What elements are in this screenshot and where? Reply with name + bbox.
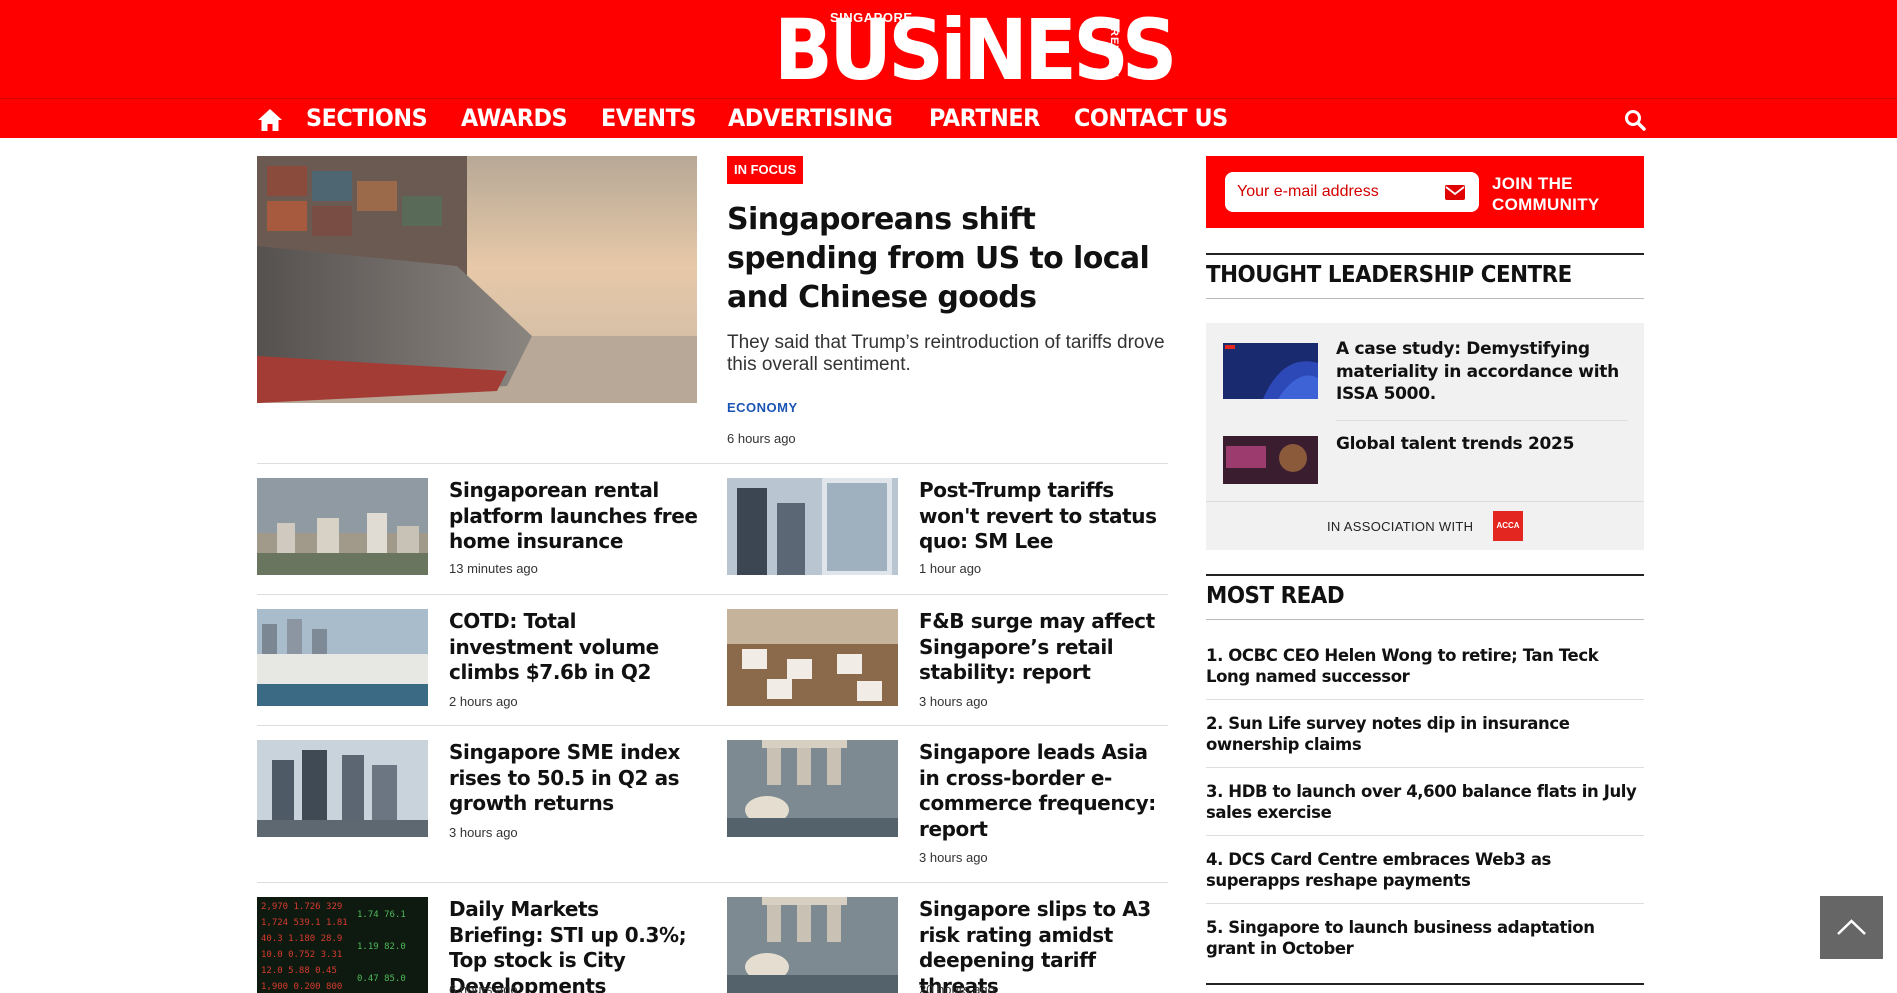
featured-image[interactable] <box>257 156 697 403</box>
thought-leadership-box: A case study: Demystifying materiality i… <box>1206 323 1644 550</box>
divider <box>1206 767 1644 768</box>
acca-logo[interactable]: ACCA <box>1493 511 1523 541</box>
join-line-1: JOIN THE <box>1492 174 1573 193</box>
article-time: 3 hours ago <box>919 850 988 865</box>
most-read-heading: MOST READ <box>1206 574 1644 620</box>
article-thumbnail[interactable] <box>727 609 898 706</box>
site-logo[interactable]: BUSiNESS SINGAPORE REVIEW <box>774 6 1177 92</box>
article-title[interactable]: Singapore leads Asia in cross-border e-c… <box>919 740 1169 842</box>
nav-events[interactable]: EVENTS <box>601 103 696 133</box>
svg-text:1.19 82.0: 1.19 82.0 <box>357 942 406 952</box>
nav-sections[interactable]: SECTIONS <box>306 103 428 133</box>
chevron-up-icon <box>1837 919 1866 935</box>
email-input[interactable]: Your e-mail address <box>1225 172 1479 212</box>
divider <box>1336 420 1628 421</box>
nav-contact-us[interactable]: CONTACT US <box>1074 103 1228 133</box>
masthead: BUSiNESS SINGAPORE REVIEW <box>0 0 1897 98</box>
article-time: 13 minutes ago <box>449 561 538 576</box>
join-line-2: COMMUNITY <box>1492 195 1600 214</box>
article-title[interactable]: Singaporean rental platform launches fre… <box>449 478 699 555</box>
most-read-item[interactable]: 5. Singapore to launch business adaptati… <box>1206 917 1644 959</box>
article-thumbnail[interactable]: 2,970 1.726 329 1,724 539.1 1.81 40.3 1.18… <box>257 897 428 993</box>
envelope-icon <box>1445 185 1465 200</box>
section-title: MOST READ <box>1206 583 1345 609</box>
nav-advertising[interactable]: ADVERTISING <box>728 103 893 133</box>
svg-text:0.47 85.0: 0.47 85.0 <box>357 974 406 984</box>
main-nav: SECTIONS AWARDS EVENTS ADVERTISING PARTN… <box>0 98 1897 138</box>
newsletter-signup: Your e-mail address JOIN THE COMMUNITY <box>1206 156 1644 228</box>
divider <box>257 882 1168 883</box>
article-card[interactable]: COTD: Total investment volume climbs $7.… <box>257 609 697 709</box>
article-time: 6 hours ago <box>449 982 518 993</box>
article-card[interactable]: Singapore slips to A3 risk rating amidst… <box>727 897 1167 993</box>
article-title[interactable]: F&B surge may affect Singapore’s retail … <box>919 609 1169 686</box>
nav-partner[interactable]: PARTNER <box>929 103 1040 133</box>
svg-text:1,900 0.200 800: 1,900 0.200 800 <box>261 982 342 992</box>
article-card[interactable]: F&B surge may affect Singapore’s retail … <box>727 609 1167 709</box>
article-time: 3 hours ago <box>449 825 518 840</box>
article-thumbnail[interactable] <box>257 478 428 575</box>
email-placeholder: Your e-mail address <box>1237 183 1379 200</box>
search-icon[interactable] <box>1624 109 1646 131</box>
article-thumbnail[interactable] <box>727 478 898 575</box>
most-read-item[interactable]: 4. DCS Card Centre embraces Web3 as supe… <box>1206 849 1644 891</box>
article-time: 3 hours ago <box>919 694 988 709</box>
svg-text:40.3 1.180 28.9: 40.3 1.180 28.9 <box>261 934 342 944</box>
most-read-item[interactable]: 2. Sun Life survey notes dip in insuranc… <box>1206 713 1644 755</box>
article-thumbnail[interactable] <box>257 609 428 706</box>
association-text: IN ASSOCIATION WITH <box>1327 519 1474 534</box>
thought-leadership-title[interactable]: Global talent trends 2025 <box>1336 433 1626 456</box>
nav-items: SECTIONS AWARDS EVENTS ADVERTISING PARTN… <box>306 103 1264 133</box>
thought-leadership-item[interactable]: A case study: Demystifying materiality i… <box>1223 338 1628 410</box>
thought-leadership-thumbnail[interactable] <box>1223 436 1318 492</box>
article-thumbnail[interactable] <box>257 740 428 837</box>
in-focus-badge[interactable]: IN FOCUS <box>727 156 804 184</box>
article-time: 20 hours ago <box>919 982 995 993</box>
thought-leadership-title[interactable]: A case study: Demystifying materiality i… <box>1336 338 1626 406</box>
thought-leadership-heading: THOUGHT LEADERSHIP CENTRE <box>1206 253 1644 299</box>
most-read-item[interactable]: 1. OCBC CEO Helen Wong to retire; Tan Te… <box>1206 645 1644 687</box>
svg-text:2,970 1.726 329: 2,970 1.726 329 <box>261 902 342 912</box>
thought-leadership-item[interactable]: Global talent trends 2025 <box>1223 433 1628 493</box>
article-title[interactable]: COTD: Total investment volume climbs $7.… <box>449 609 699 686</box>
article-card[interactable]: Singaporean rental platform launches fre… <box>257 478 699 578</box>
back-to-top-button[interactable] <box>1820 896 1883 959</box>
home-icon[interactable] <box>257 107 283 133</box>
divider <box>257 594 1168 595</box>
article-title[interactable]: Post-Trump tariffs won't revert to statu… <box>919 478 1169 555</box>
featured-title[interactable]: Singaporeans shift spending from US to l… <box>727 200 1167 317</box>
article-card[interactable]: 2,970 1.726 329 1,724 539.1 1.81 40.3 1.18… <box>257 897 697 993</box>
svg-text:12.0 5.88 0.45: 12.0 5.88 0.45 <box>261 966 337 976</box>
logo-review: REVIEW <box>1108 28 1120 78</box>
article-time: 2 hours ago <box>449 694 518 709</box>
svg-text:1.74 76.1: 1.74 76.1 <box>357 910 406 920</box>
article-thumbnail[interactable] <box>727 897 898 993</box>
featured-description: They said that Trump’s reintroduction of… <box>727 332 1165 375</box>
association-bar: IN ASSOCIATION WITH ACCA <box>1206 501 1644 550</box>
svg-text:10.0 0.752 3.31: 10.0 0.752 3.31 <box>261 950 342 960</box>
featured-time: 6 hours ago <box>727 431 796 446</box>
svg-text:1,724 539.1 1.81: 1,724 539.1 1.81 <box>261 918 348 928</box>
thought-leadership-thumbnail[interactable] <box>1223 343 1318 399</box>
article-thumbnail[interactable] <box>727 740 898 837</box>
featured-category[interactable]: ECONOMY <box>727 400 798 415</box>
logo-country: SINGAPORE <box>830 10 913 25</box>
divider <box>1206 699 1644 700</box>
most-read-item[interactable]: 3. HDB to launch over 4,600 balance flat… <box>1206 781 1644 823</box>
divider <box>1206 835 1644 836</box>
section-title: THOUGHT LEADERSHIP CENTRE <box>1206 262 1572 288</box>
article-card[interactable]: Singapore leads Asia in cross-border e-c… <box>727 740 1169 865</box>
article-title[interactable]: Singapore slips to A3 risk rating amidst… <box>919 897 1169 993</box>
article-title[interactable]: Daily Markets Briefing: STI up 0.3%; Top… <box>449 897 699 993</box>
article-card[interactable]: Post-Trump tariffs won't revert to statu… <box>727 478 1167 578</box>
divider <box>257 725 1168 726</box>
divider <box>257 463 1168 464</box>
divider <box>1206 983 1644 985</box>
article-title[interactable]: Singapore SME index rises to 50.5 in Q2 … <box>449 740 699 817</box>
nav-awards[interactable]: AWARDS <box>461 103 568 133</box>
divider <box>1206 903 1644 904</box>
join-community-button[interactable]: JOIN THE COMMUNITY <box>1492 173 1600 215</box>
article-time: 1 hour ago <box>919 561 982 576</box>
article-card[interactable]: Singapore SME index rises to 50.5 in Q2 … <box>257 740 697 860</box>
